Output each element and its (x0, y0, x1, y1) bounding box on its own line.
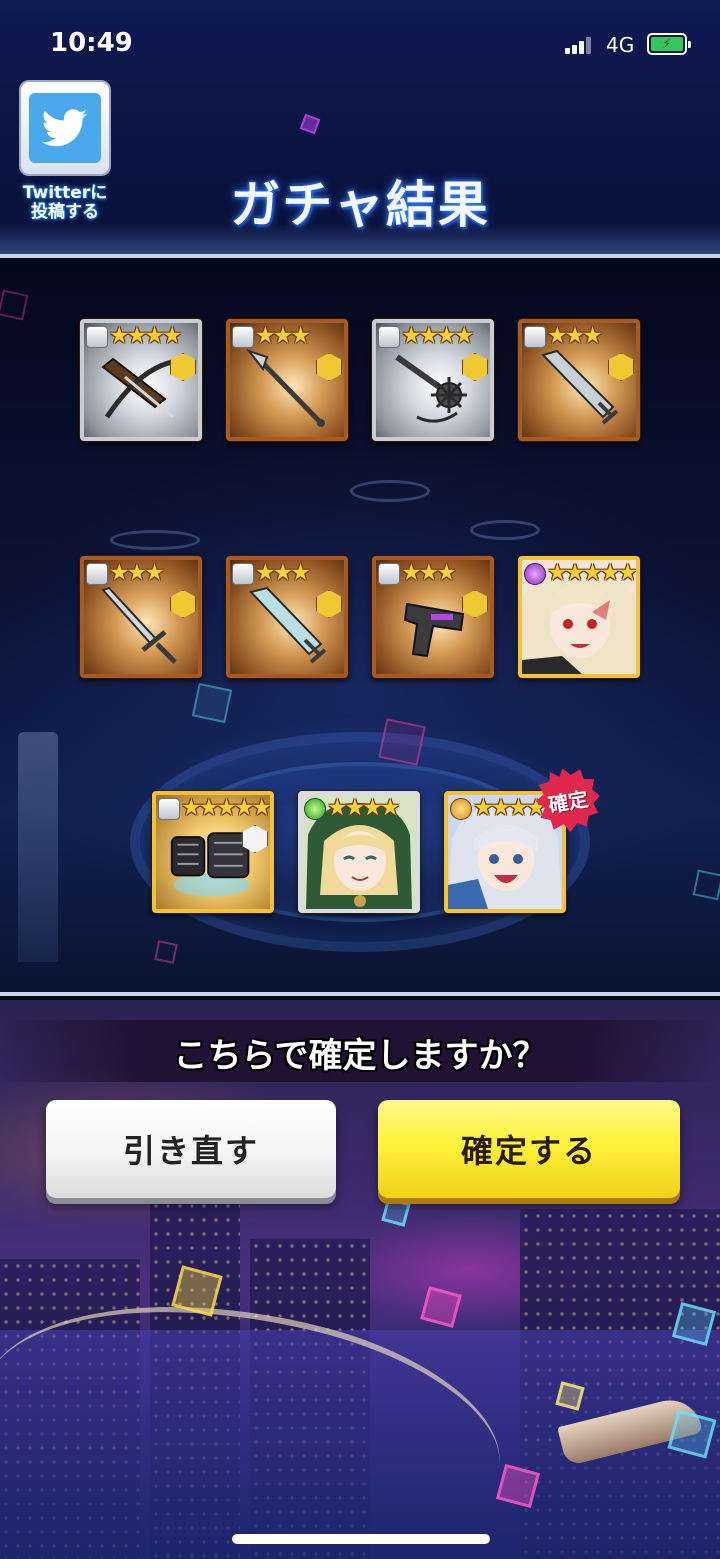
attribute-cube-icon (158, 798, 180, 820)
cube-decoration (420, 1286, 462, 1328)
confirm-button[interactable]: 確定する (378, 1100, 680, 1198)
card-rarity: ★★★★ (376, 323, 475, 349)
result-card-weapon-sword[interactable]: ★★★ (80, 556, 202, 678)
page-title: ガチャ結果 (230, 176, 490, 234)
result-card-weapon-greatsword[interactable]: ★★★ (226, 556, 348, 678)
card-stars: ★★★★ (109, 323, 183, 349)
card-stars: ★★★★ (473, 795, 547, 821)
twitter-tile (19, 80, 111, 176)
attribute-cube-icon (378, 326, 400, 348)
crossbow-icon (94, 345, 186, 433)
spear-icon (240, 345, 332, 433)
result-card-weapon-greatsword[interactable]: ★★★ (518, 319, 640, 441)
result-card-weapon-gun[interactable]: ★★★ (372, 556, 494, 678)
dark-attribute-icon (524, 563, 546, 585)
attribute-cube-icon (86, 326, 108, 348)
sword-icon (94, 582, 186, 670)
results-divider (0, 992, 720, 996)
cube-decoration (378, 718, 426, 766)
status-time: 10:49 (50, 28, 133, 58)
card-stars: ★★★ (547, 323, 603, 349)
card-rarity: ★★★★ (448, 795, 547, 821)
card-stars: ★★★ (255, 323, 311, 349)
battery-charging-icon: ⚡ (651, 37, 683, 52)
confirm-question: こちらで確定しますか？ (173, 1036, 547, 1076)
status-bar: 10:49 4G ⚡ (0, 0, 720, 80)
card-rarity: ★★★★ (302, 795, 401, 821)
greatsword-icon (240, 582, 332, 670)
result-card-weapon-crossbow[interactable]: ★★★★ (80, 319, 202, 441)
card-rarity: ★★★★★ (522, 560, 636, 586)
card-stars: ★★★★★ (181, 795, 270, 821)
tower-decoration (18, 732, 58, 962)
card-rarity: ★★★★ (84, 323, 183, 349)
wind-attribute-icon (304, 798, 326, 820)
card-stars: ★★★ (401, 560, 457, 586)
cube-decoration (154, 940, 178, 964)
result-card-weapon-mace[interactable]: ★★★★ (372, 319, 494, 441)
result-card-weapon-spear[interactable]: ★★★ (226, 319, 348, 441)
gun-icon (386, 582, 478, 670)
attribute-cube-icon (86, 563, 108, 585)
card-stars: ★★★ (255, 560, 311, 586)
card-rarity: ★★★ (522, 323, 603, 349)
attribute-cube-icon (378, 563, 400, 585)
ufo-decoration (350, 480, 430, 502)
card-stars: ★★★★ (327, 795, 401, 821)
light-attribute-icon (450, 798, 472, 820)
card-stars: ★★★ (109, 560, 165, 586)
greatsword-icon (532, 345, 624, 433)
card-rarity: ★★★ (376, 560, 457, 586)
mace-icon (386, 345, 478, 433)
redraw-button[interactable]: 引き直す (46, 1100, 336, 1198)
card-rarity: ★★★ (84, 560, 165, 586)
home-indicator[interactable] (232, 1534, 490, 1544)
card-stars: ★★★★ (401, 323, 475, 349)
card-stars: ★★★★★ (547, 560, 636, 586)
cube-decoration (0, 289, 29, 321)
confirm-area: こちらで確定しますか？ 引き直す 確定する (0, 1000, 720, 1559)
cube-decoration (692, 869, 720, 901)
attribute-cube-icon (232, 563, 254, 585)
sparkle-decoration (299, 113, 321, 135)
attribute-cube-icon (524, 326, 546, 348)
result-card-weapon-gauntlet[interactable]: ★★★★★ (152, 791, 274, 913)
card-rarity: ★★★ (230, 560, 311, 586)
result-card-character[interactable]: ★★★★★ (518, 556, 640, 678)
card-rarity: ★★★ (230, 323, 311, 349)
result-card-character[interactable]: ★★★★ (298, 791, 420, 913)
card-rarity: ★★★★★ (156, 795, 270, 821)
network-type: 4G (606, 33, 635, 57)
ufo-decoration (110, 530, 200, 550)
cube-decoration (191, 682, 233, 724)
attribute-cube-icon (232, 326, 254, 348)
battery-icon: ⚡ (647, 33, 691, 55)
cellular-signal-icon (565, 36, 595, 54)
ufo-decoration (470, 520, 540, 540)
twitter-bird-icon (29, 93, 101, 163)
cube-decoration (381, 1197, 411, 1227)
gauntlet-icon (166, 817, 258, 905)
